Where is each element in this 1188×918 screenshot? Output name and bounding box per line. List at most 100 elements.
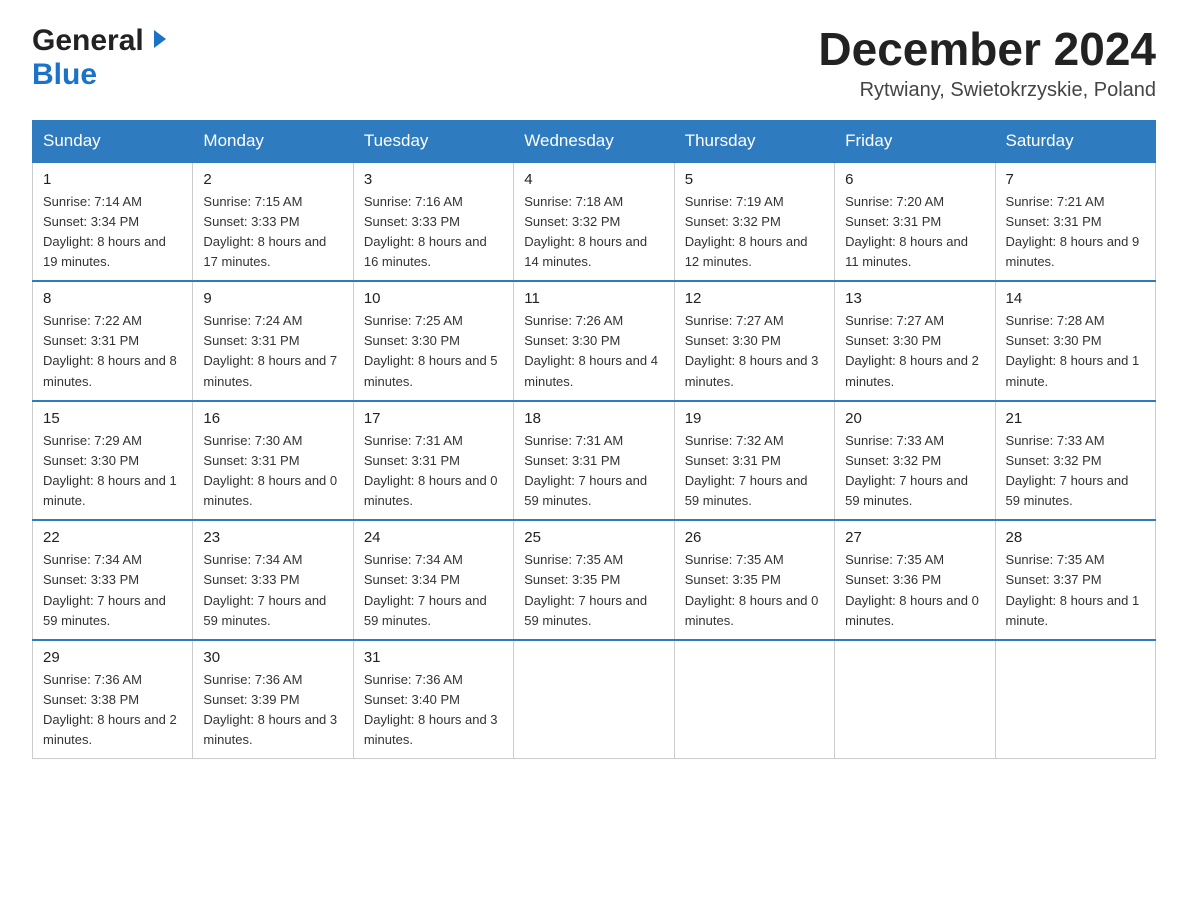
- day-info: Sunrise: 7:35 AMSunset: 3:36 PMDaylight:…: [845, 552, 979, 627]
- location-subtitle: Rytwiany, Swietokrzyskie, Poland: [818, 79, 1156, 102]
- day-info: Sunrise: 7:25 AMSunset: 3:30 PMDaylight:…: [364, 313, 498, 388]
- calendar-cell: 7 Sunrise: 7:21 AMSunset: 3:31 PMDayligh…: [995, 162, 1155, 282]
- calendar-cell: 5 Sunrise: 7:19 AMSunset: 3:32 PMDayligh…: [674, 162, 834, 282]
- page-header: General Blue December 2024 Rytwiany, Swi…: [32, 24, 1156, 102]
- day-info: Sunrise: 7:14 AMSunset: 3:34 PMDaylight:…: [43, 194, 166, 269]
- calendar-cell: 31 Sunrise: 7:36 AMSunset: 3:40 PMDaylig…: [353, 640, 513, 759]
- calendar-week-row: 29 Sunrise: 7:36 AMSunset: 3:38 PMDaylig…: [33, 640, 1156, 759]
- calendar-cell: 2 Sunrise: 7:15 AMSunset: 3:33 PMDayligh…: [193, 162, 353, 282]
- day-info: Sunrise: 7:27 AMSunset: 3:30 PMDaylight:…: [845, 313, 979, 388]
- day-info: Sunrise: 7:15 AMSunset: 3:33 PMDaylight:…: [203, 194, 326, 269]
- day-info: Sunrise: 7:35 AMSunset: 3:37 PMDaylight:…: [1006, 552, 1140, 627]
- day-info: Sunrise: 7:34 AMSunset: 3:34 PMDaylight:…: [364, 552, 487, 627]
- day-info: Sunrise: 7:26 AMSunset: 3:30 PMDaylight:…: [524, 313, 658, 388]
- calendar-cell: 6 Sunrise: 7:20 AMSunset: 3:31 PMDayligh…: [835, 162, 995, 282]
- day-number: 20: [845, 410, 984, 427]
- day-info: Sunrise: 7:34 AMSunset: 3:33 PMDaylight:…: [203, 552, 326, 627]
- day-number: 26: [685, 529, 824, 546]
- day-number: 14: [1006, 290, 1145, 307]
- col-header-tuesday: Tuesday: [353, 120, 513, 162]
- day-info: Sunrise: 7:31 AMSunset: 3:31 PMDaylight:…: [364, 433, 498, 508]
- day-info: Sunrise: 7:28 AMSunset: 3:30 PMDaylight:…: [1006, 313, 1140, 388]
- calendar-cell: 18 Sunrise: 7:31 AMSunset: 3:31 PMDaylig…: [514, 401, 674, 521]
- col-header-sunday: Sunday: [33, 120, 193, 162]
- day-number: 29: [43, 649, 182, 666]
- col-header-wednesday: Wednesday: [514, 120, 674, 162]
- day-number: 7: [1006, 171, 1145, 188]
- calendar-cell: 14 Sunrise: 7:28 AMSunset: 3:30 PMDaylig…: [995, 281, 1155, 401]
- day-number: 30: [203, 649, 342, 666]
- day-info: Sunrise: 7:30 AMSunset: 3:31 PMDaylight:…: [203, 433, 337, 508]
- day-number: 17: [364, 410, 503, 427]
- calendar-header-row: SundayMondayTuesdayWednesdayThursdayFrid…: [33, 120, 1156, 162]
- day-number: 21: [1006, 410, 1145, 427]
- day-number: 12: [685, 290, 824, 307]
- day-info: Sunrise: 7:36 AMSunset: 3:39 PMDaylight:…: [203, 672, 337, 747]
- day-info: Sunrise: 7:22 AMSunset: 3:31 PMDaylight:…: [43, 313, 177, 388]
- calendar-cell: 19 Sunrise: 7:32 AMSunset: 3:31 PMDaylig…: [674, 401, 834, 521]
- calendar-cell: 20 Sunrise: 7:33 AMSunset: 3:32 PMDaylig…: [835, 401, 995, 521]
- day-number: 16: [203, 410, 342, 427]
- day-number: 22: [43, 529, 182, 546]
- day-info: Sunrise: 7:16 AMSunset: 3:33 PMDaylight:…: [364, 194, 487, 269]
- calendar-cell: 15 Sunrise: 7:29 AMSunset: 3:30 PMDaylig…: [33, 401, 193, 521]
- calendar-cell: 30 Sunrise: 7:36 AMSunset: 3:39 PMDaylig…: [193, 640, 353, 759]
- calendar-cell: 4 Sunrise: 7:18 AMSunset: 3:32 PMDayligh…: [514, 162, 674, 282]
- calendar-cell: [514, 640, 674, 759]
- logo: General Blue: [32, 24, 168, 92]
- day-number: 5: [685, 171, 824, 188]
- calendar-cell: 26 Sunrise: 7:35 AMSunset: 3:35 PMDaylig…: [674, 520, 834, 640]
- day-info: Sunrise: 7:24 AMSunset: 3:31 PMDaylight:…: [203, 313, 337, 388]
- day-number: 24: [364, 529, 503, 546]
- calendar-cell: 8 Sunrise: 7:22 AMSunset: 3:31 PMDayligh…: [33, 281, 193, 401]
- title-area: December 2024 Rytwiany, Swietokrzyskie, …: [818, 24, 1156, 102]
- day-info: Sunrise: 7:27 AMSunset: 3:30 PMDaylight:…: [685, 313, 819, 388]
- day-info: Sunrise: 7:33 AMSunset: 3:32 PMDaylight:…: [1006, 433, 1129, 508]
- calendar-cell: 22 Sunrise: 7:34 AMSunset: 3:33 PMDaylig…: [33, 520, 193, 640]
- calendar-week-row: 22 Sunrise: 7:34 AMSunset: 3:33 PMDaylig…: [33, 520, 1156, 640]
- day-number: 1: [43, 171, 182, 188]
- day-number: 18: [524, 410, 663, 427]
- calendar-cell: [674, 640, 834, 759]
- calendar-week-row: 1 Sunrise: 7:14 AMSunset: 3:34 PMDayligh…: [33, 162, 1156, 282]
- logo-general-text: General: [32, 24, 144, 58]
- day-number: 31: [364, 649, 503, 666]
- calendar-week-row: 8 Sunrise: 7:22 AMSunset: 3:31 PMDayligh…: [33, 281, 1156, 401]
- calendar-cell: 23 Sunrise: 7:34 AMSunset: 3:33 PMDaylig…: [193, 520, 353, 640]
- day-number: 10: [364, 290, 503, 307]
- day-info: Sunrise: 7:31 AMSunset: 3:31 PMDaylight:…: [524, 433, 647, 508]
- day-number: 28: [1006, 529, 1145, 546]
- calendar-cell: 11 Sunrise: 7:26 AMSunset: 3:30 PMDaylig…: [514, 281, 674, 401]
- day-info: Sunrise: 7:32 AMSunset: 3:31 PMDaylight:…: [685, 433, 808, 508]
- calendar-week-row: 15 Sunrise: 7:29 AMSunset: 3:30 PMDaylig…: [33, 401, 1156, 521]
- calendar-cell: 17 Sunrise: 7:31 AMSunset: 3:31 PMDaylig…: [353, 401, 513, 521]
- day-info: Sunrise: 7:35 AMSunset: 3:35 PMDaylight:…: [524, 552, 647, 627]
- day-info: Sunrise: 7:29 AMSunset: 3:30 PMDaylight:…: [43, 433, 177, 508]
- col-header-thursday: Thursday: [674, 120, 834, 162]
- month-title: December 2024: [818, 24, 1156, 75]
- day-number: 9: [203, 290, 342, 307]
- calendar-cell: 21 Sunrise: 7:33 AMSunset: 3:32 PMDaylig…: [995, 401, 1155, 521]
- day-number: 13: [845, 290, 984, 307]
- day-info: Sunrise: 7:36 AMSunset: 3:38 PMDaylight:…: [43, 672, 177, 747]
- day-number: 25: [524, 529, 663, 546]
- day-info: Sunrise: 7:18 AMSunset: 3:32 PMDaylight:…: [524, 194, 647, 269]
- calendar-cell: 9 Sunrise: 7:24 AMSunset: 3:31 PMDayligh…: [193, 281, 353, 401]
- day-info: Sunrise: 7:35 AMSunset: 3:35 PMDaylight:…: [685, 552, 819, 627]
- calendar-table: SundayMondayTuesdayWednesdayThursdayFrid…: [32, 120, 1156, 760]
- calendar-cell: 24 Sunrise: 7:34 AMSunset: 3:34 PMDaylig…: [353, 520, 513, 640]
- day-number: 6: [845, 171, 984, 188]
- day-info: Sunrise: 7:19 AMSunset: 3:32 PMDaylight:…: [685, 194, 808, 269]
- col-header-monday: Monday: [193, 120, 353, 162]
- col-header-friday: Friday: [835, 120, 995, 162]
- day-number: 8: [43, 290, 182, 307]
- calendar-cell: 12 Sunrise: 7:27 AMSunset: 3:30 PMDaylig…: [674, 281, 834, 401]
- calendar-cell: 29 Sunrise: 7:36 AMSunset: 3:38 PMDaylig…: [33, 640, 193, 759]
- calendar-cell: 27 Sunrise: 7:35 AMSunset: 3:36 PMDaylig…: [835, 520, 995, 640]
- day-number: 2: [203, 171, 342, 188]
- day-number: 27: [845, 529, 984, 546]
- calendar-cell: 16 Sunrise: 7:30 AMSunset: 3:31 PMDaylig…: [193, 401, 353, 521]
- calendar-cell: [835, 640, 995, 759]
- day-info: Sunrise: 7:20 AMSunset: 3:31 PMDaylight:…: [845, 194, 968, 269]
- day-info: Sunrise: 7:36 AMSunset: 3:40 PMDaylight:…: [364, 672, 498, 747]
